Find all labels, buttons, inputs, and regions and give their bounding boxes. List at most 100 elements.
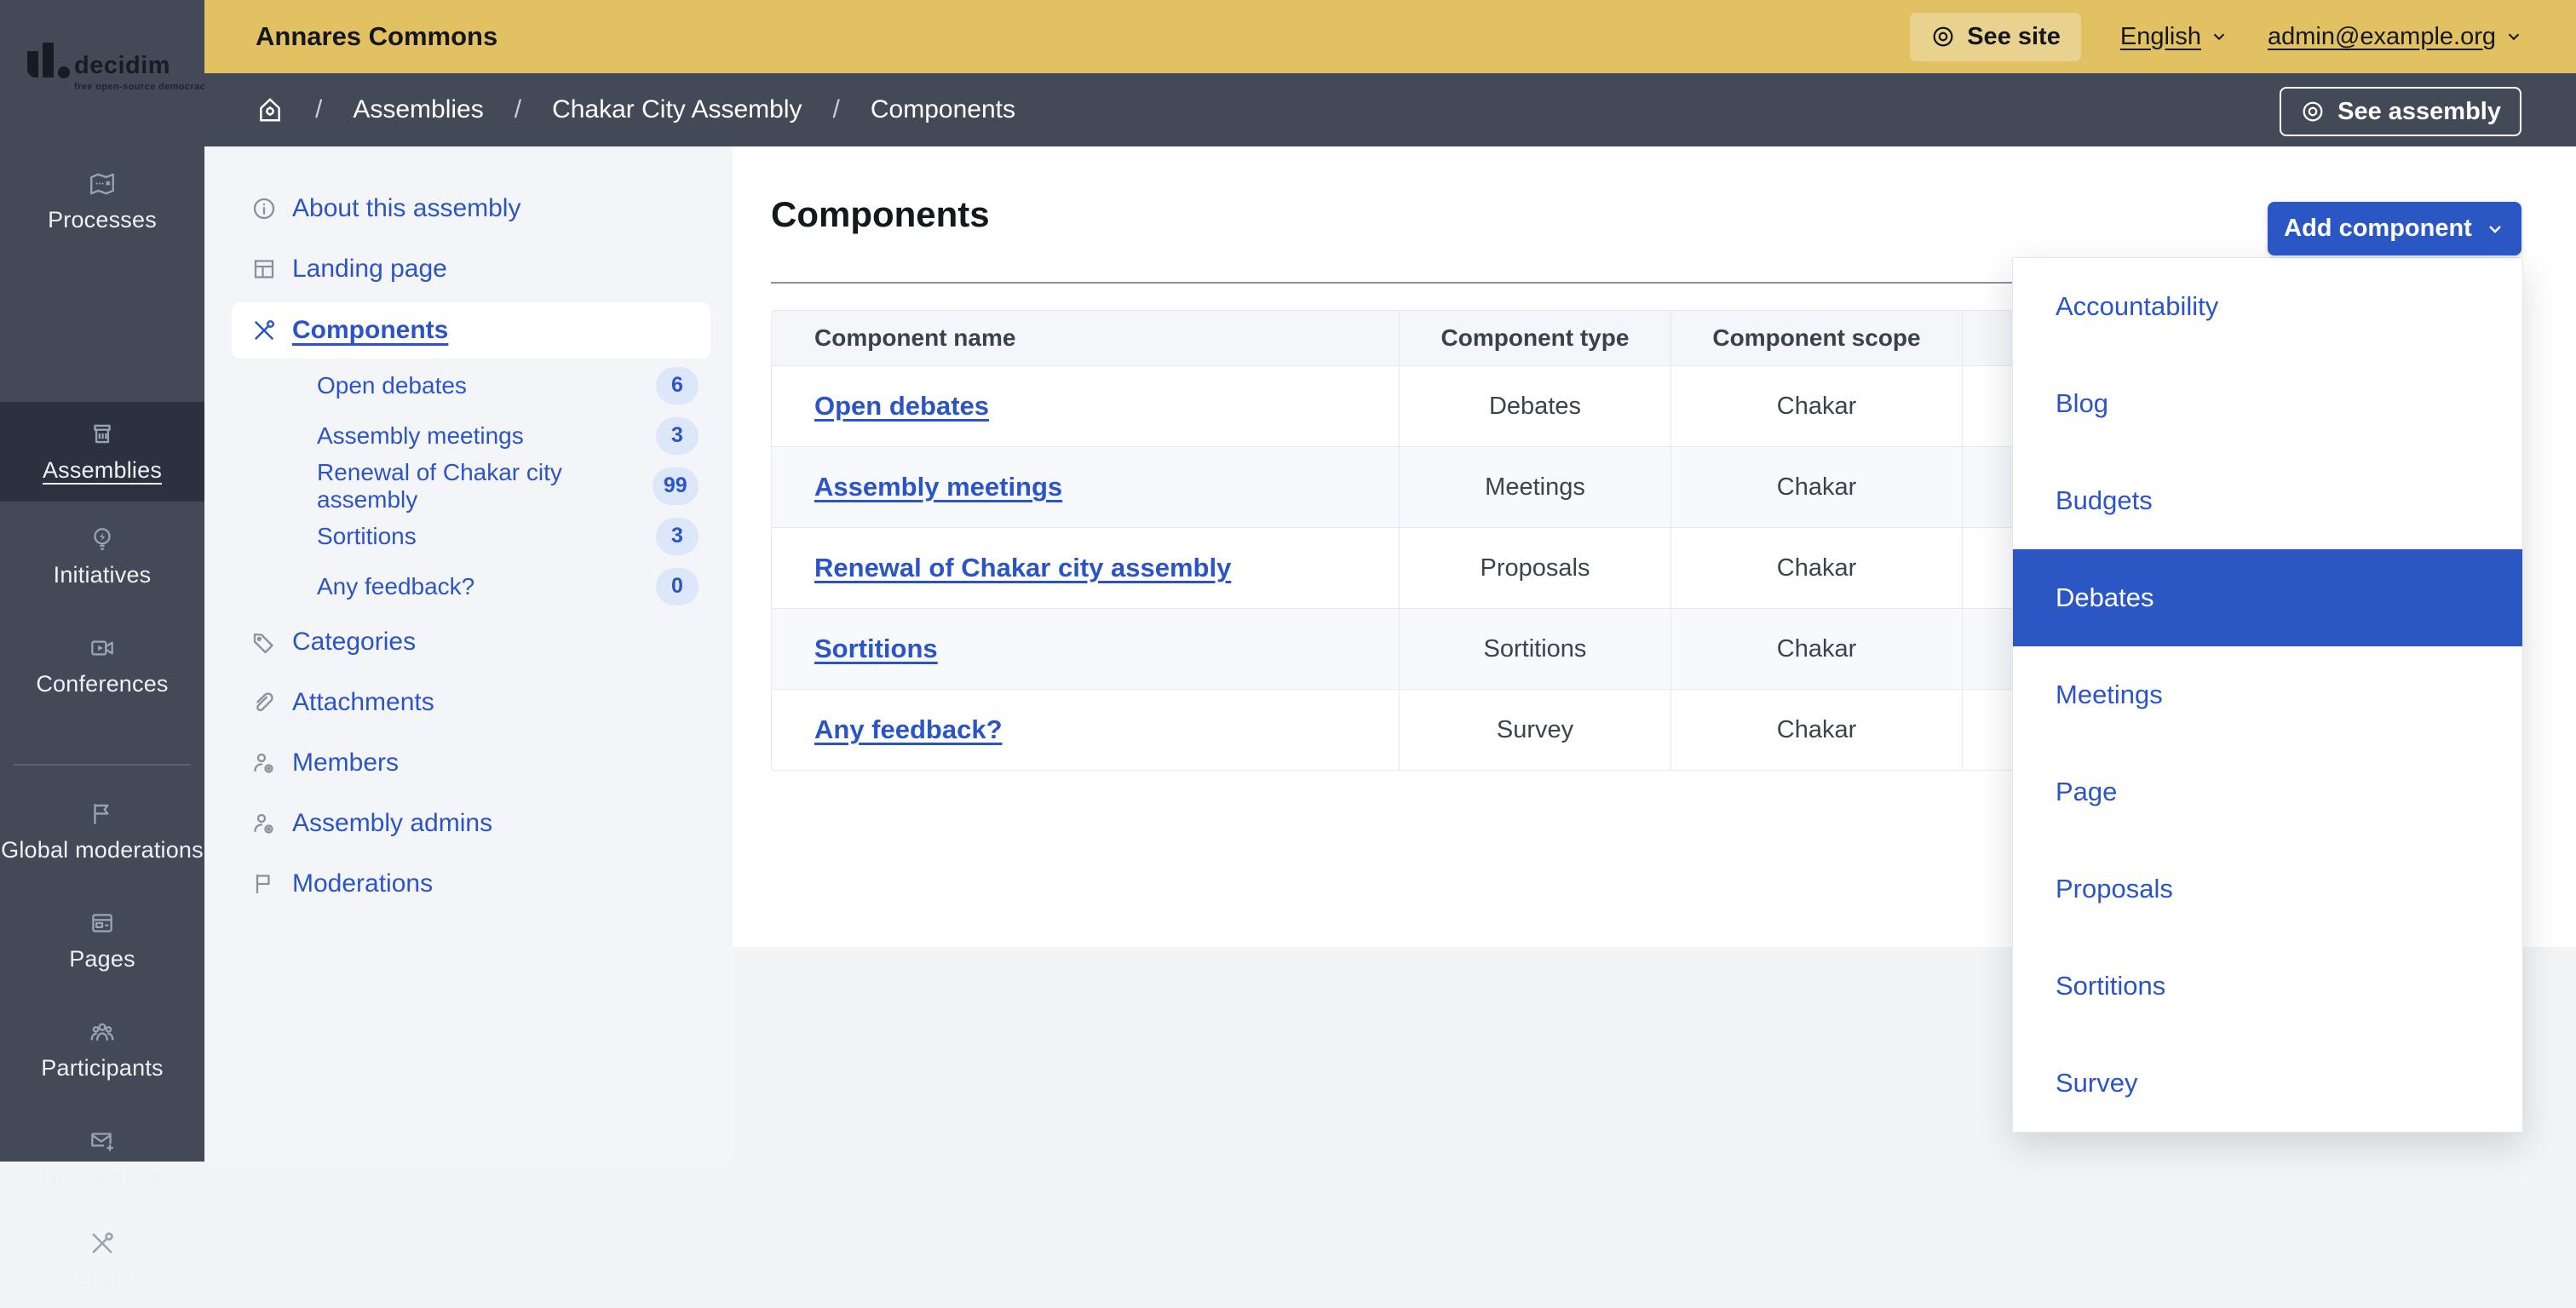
sidebar-item-initiatives[interactable]: Initiatives (0, 502, 204, 611)
account-menu[interactable]: admin@example.org (2268, 23, 2523, 51)
dropdown-item-budgets[interactable]: Budgets (2013, 452, 2522, 549)
menu-item-components[interactable]: Components (232, 302, 710, 359)
logo-mark (27, 51, 38, 77)
count-badge: 3 (656, 518, 699, 555)
sidebar-item-newsletters[interactable]: Newsletters (0, 1104, 204, 1213)
sidebar-item-assemblies[interactable]: Assemblies (0, 402, 204, 502)
tag-icon (250, 628, 278, 656)
menu-item-label: Members (292, 749, 399, 777)
logo-dot (58, 66, 70, 78)
dropdown-item-blog[interactable]: Blog (2013, 355, 2522, 452)
sidebar-item-label: Newsletters (41, 1164, 163, 1190)
component-scope-cell: Chakar (1671, 366, 1963, 446)
component-link-label: Any feedback? (317, 573, 474, 600)
component-name-link[interactable]: Open debates (814, 391, 989, 422)
person-gear-icon (250, 749, 278, 777)
component-name-link[interactable]: Sortitions (814, 634, 938, 664)
component-type-cell: Meetings (1400, 447, 1671, 527)
tools-icon (250, 317, 278, 344)
sidebar-item-label: Participants (41, 1055, 163, 1081)
dropdown-item-survey[interactable]: Survey (2013, 1035, 2522, 1132)
map-icon (88, 169, 117, 198)
sidebar-item-pages[interactable]: Pages (0, 886, 204, 995)
decidim-logo: decidim free open-source democracy (27, 43, 198, 102)
language-label: English (2120, 23, 2201, 51)
menu-item-moderations[interactable]: Moderations (204, 853, 733, 914)
column-header-component-name: Component name (772, 311, 1400, 365)
component-type-cell: Sortitions (1400, 609, 1671, 689)
dropdown-item-debates[interactable]: Debates (2013, 549, 2522, 646)
lightbulb-icon (88, 525, 117, 554)
sidebar-item-participants[interactable]: Participants (0, 995, 204, 1104)
breadcrumb-separator: / (315, 95, 322, 124)
column-header-component-scope: Component scope (1671, 311, 1963, 365)
organization-title: Annares Commons (256, 21, 497, 52)
add-component-button[interactable]: Add component (2268, 202, 2521, 255)
sidebar-item-label: Settings (60, 1266, 144, 1293)
component-link-label: Renewal of Chakar city assembly (317, 459, 653, 513)
people-icon (88, 1018, 117, 1047)
flag-icon (88, 800, 117, 829)
assembly-menu-panel: About this assembly Landing page Compone… (204, 146, 733, 1162)
language-selector[interactable]: English (2120, 23, 2228, 51)
chevron-down-icon (2504, 27, 2523, 46)
component-link-any-feedback[interactable]: Any feedback? 0 (204, 561, 733, 611)
breadcrumb-chakar-city-assembly[interactable]: Chakar City Assembly (552, 95, 802, 124)
menu-item-about-this-assembly[interactable]: About this assembly (204, 179, 733, 238)
admin-sidebar: Processes Assemblies Initiatives Confere… (0, 146, 204, 1162)
dropdown-item-meetings[interactable]: Meetings (2013, 646, 2522, 743)
top-bar: Annares Commons See site English admin@e… (204, 0, 2576, 73)
sidebar-item-conferences[interactable]: Conferences (0, 611, 204, 720)
breadcrumb-assemblies[interactable]: Assemblies (353, 95, 483, 124)
sidebar-item-label: Conferences (36, 671, 168, 697)
sidebar-item-label: Global moderations (1, 837, 204, 863)
dropdown-item-sortitions[interactable]: Sortitions (2013, 938, 2522, 1035)
component-name-link[interactable]: Any feedback? (814, 714, 1003, 745)
component-type-cell: Survey (1400, 690, 1671, 770)
sidebar-item-label: Processes (48, 207, 157, 233)
add-component-label: Add component (2284, 215, 2472, 243)
chevron-down-icon (2485, 219, 2505, 239)
component-scope-cell: Chakar (1671, 447, 1963, 527)
component-link-assembly-meetings[interactable]: Assembly meetings 3 (204, 410, 733, 461)
sidebar-item-settings[interactable]: Settings (0, 1213, 204, 1308)
sidebar-item-label: Pages (69, 946, 135, 972)
component-scope-cell: Chakar (1671, 690, 1963, 770)
see-site-link[interactable]: See site (1910, 13, 2081, 61)
sidebar-item-label: Initiatives (54, 562, 152, 588)
chevron-down-icon (2210, 27, 2228, 46)
info-icon (250, 195, 278, 222)
component-link-sortitions[interactable]: Sortitions 3 (204, 511, 733, 561)
sidebar-item-processes[interactable]: Processes (0, 146, 204, 255)
tools-icon (88, 1229, 117, 1258)
menu-item-label: Moderations (292, 869, 433, 898)
home-icon[interactable] (256, 95, 285, 124)
paperclip-icon (250, 689, 278, 716)
component-link-renewal-of-chakar-city-assembly[interactable]: Renewal of Chakar city assembly 99 (204, 461, 733, 511)
see-assembly-button[interactable]: See assembly (2280, 87, 2521, 136)
menu-item-label: Attachments (292, 688, 434, 717)
breadcrumb-separator: / (515, 95, 521, 124)
menu-item-label: Assembly admins (292, 809, 492, 838)
component-link-label: Sortitions (317, 523, 417, 550)
dropdown-item-accountability[interactable]: Accountability (2013, 258, 2522, 355)
dropdown-item-page[interactable]: Page (2013, 743, 2522, 840)
menu-item-attachments[interactable]: Attachments (204, 672, 733, 732)
component-type-cell: Debates (1400, 366, 1671, 446)
component-link-open-debates[interactable]: Open debates 6 (204, 360, 733, 410)
menu-item-categories[interactable]: Categories (204, 611, 733, 672)
component-name-link[interactable]: Assembly meetings (814, 472, 1062, 502)
component-name-link[interactable]: Renewal of Chakar city assembly (814, 553, 1231, 583)
dropdown-item-proposals[interactable]: Proposals (2013, 840, 2522, 938)
logo-block: decidim free open-source democracy (0, 0, 204, 146)
browser-page-icon (88, 909, 117, 938)
breadcrumb-separator: / (833, 95, 840, 124)
sidebar-item-global-moderations[interactable]: Global moderations (0, 777, 204, 886)
menu-item-landing-page[interactable]: Landing page (204, 238, 733, 299)
breadcrumb-components[interactable]: Components (871, 95, 1015, 124)
topbar-actions: See site English admin@example.org (1910, 13, 2523, 61)
menu-item-members[interactable]: Members (204, 732, 733, 793)
menu-item-assembly-admins[interactable]: Assembly admins (204, 793, 733, 853)
component-link-label: Assembly meetings (317, 422, 524, 450)
menu-item-label: About this assembly (292, 194, 520, 223)
